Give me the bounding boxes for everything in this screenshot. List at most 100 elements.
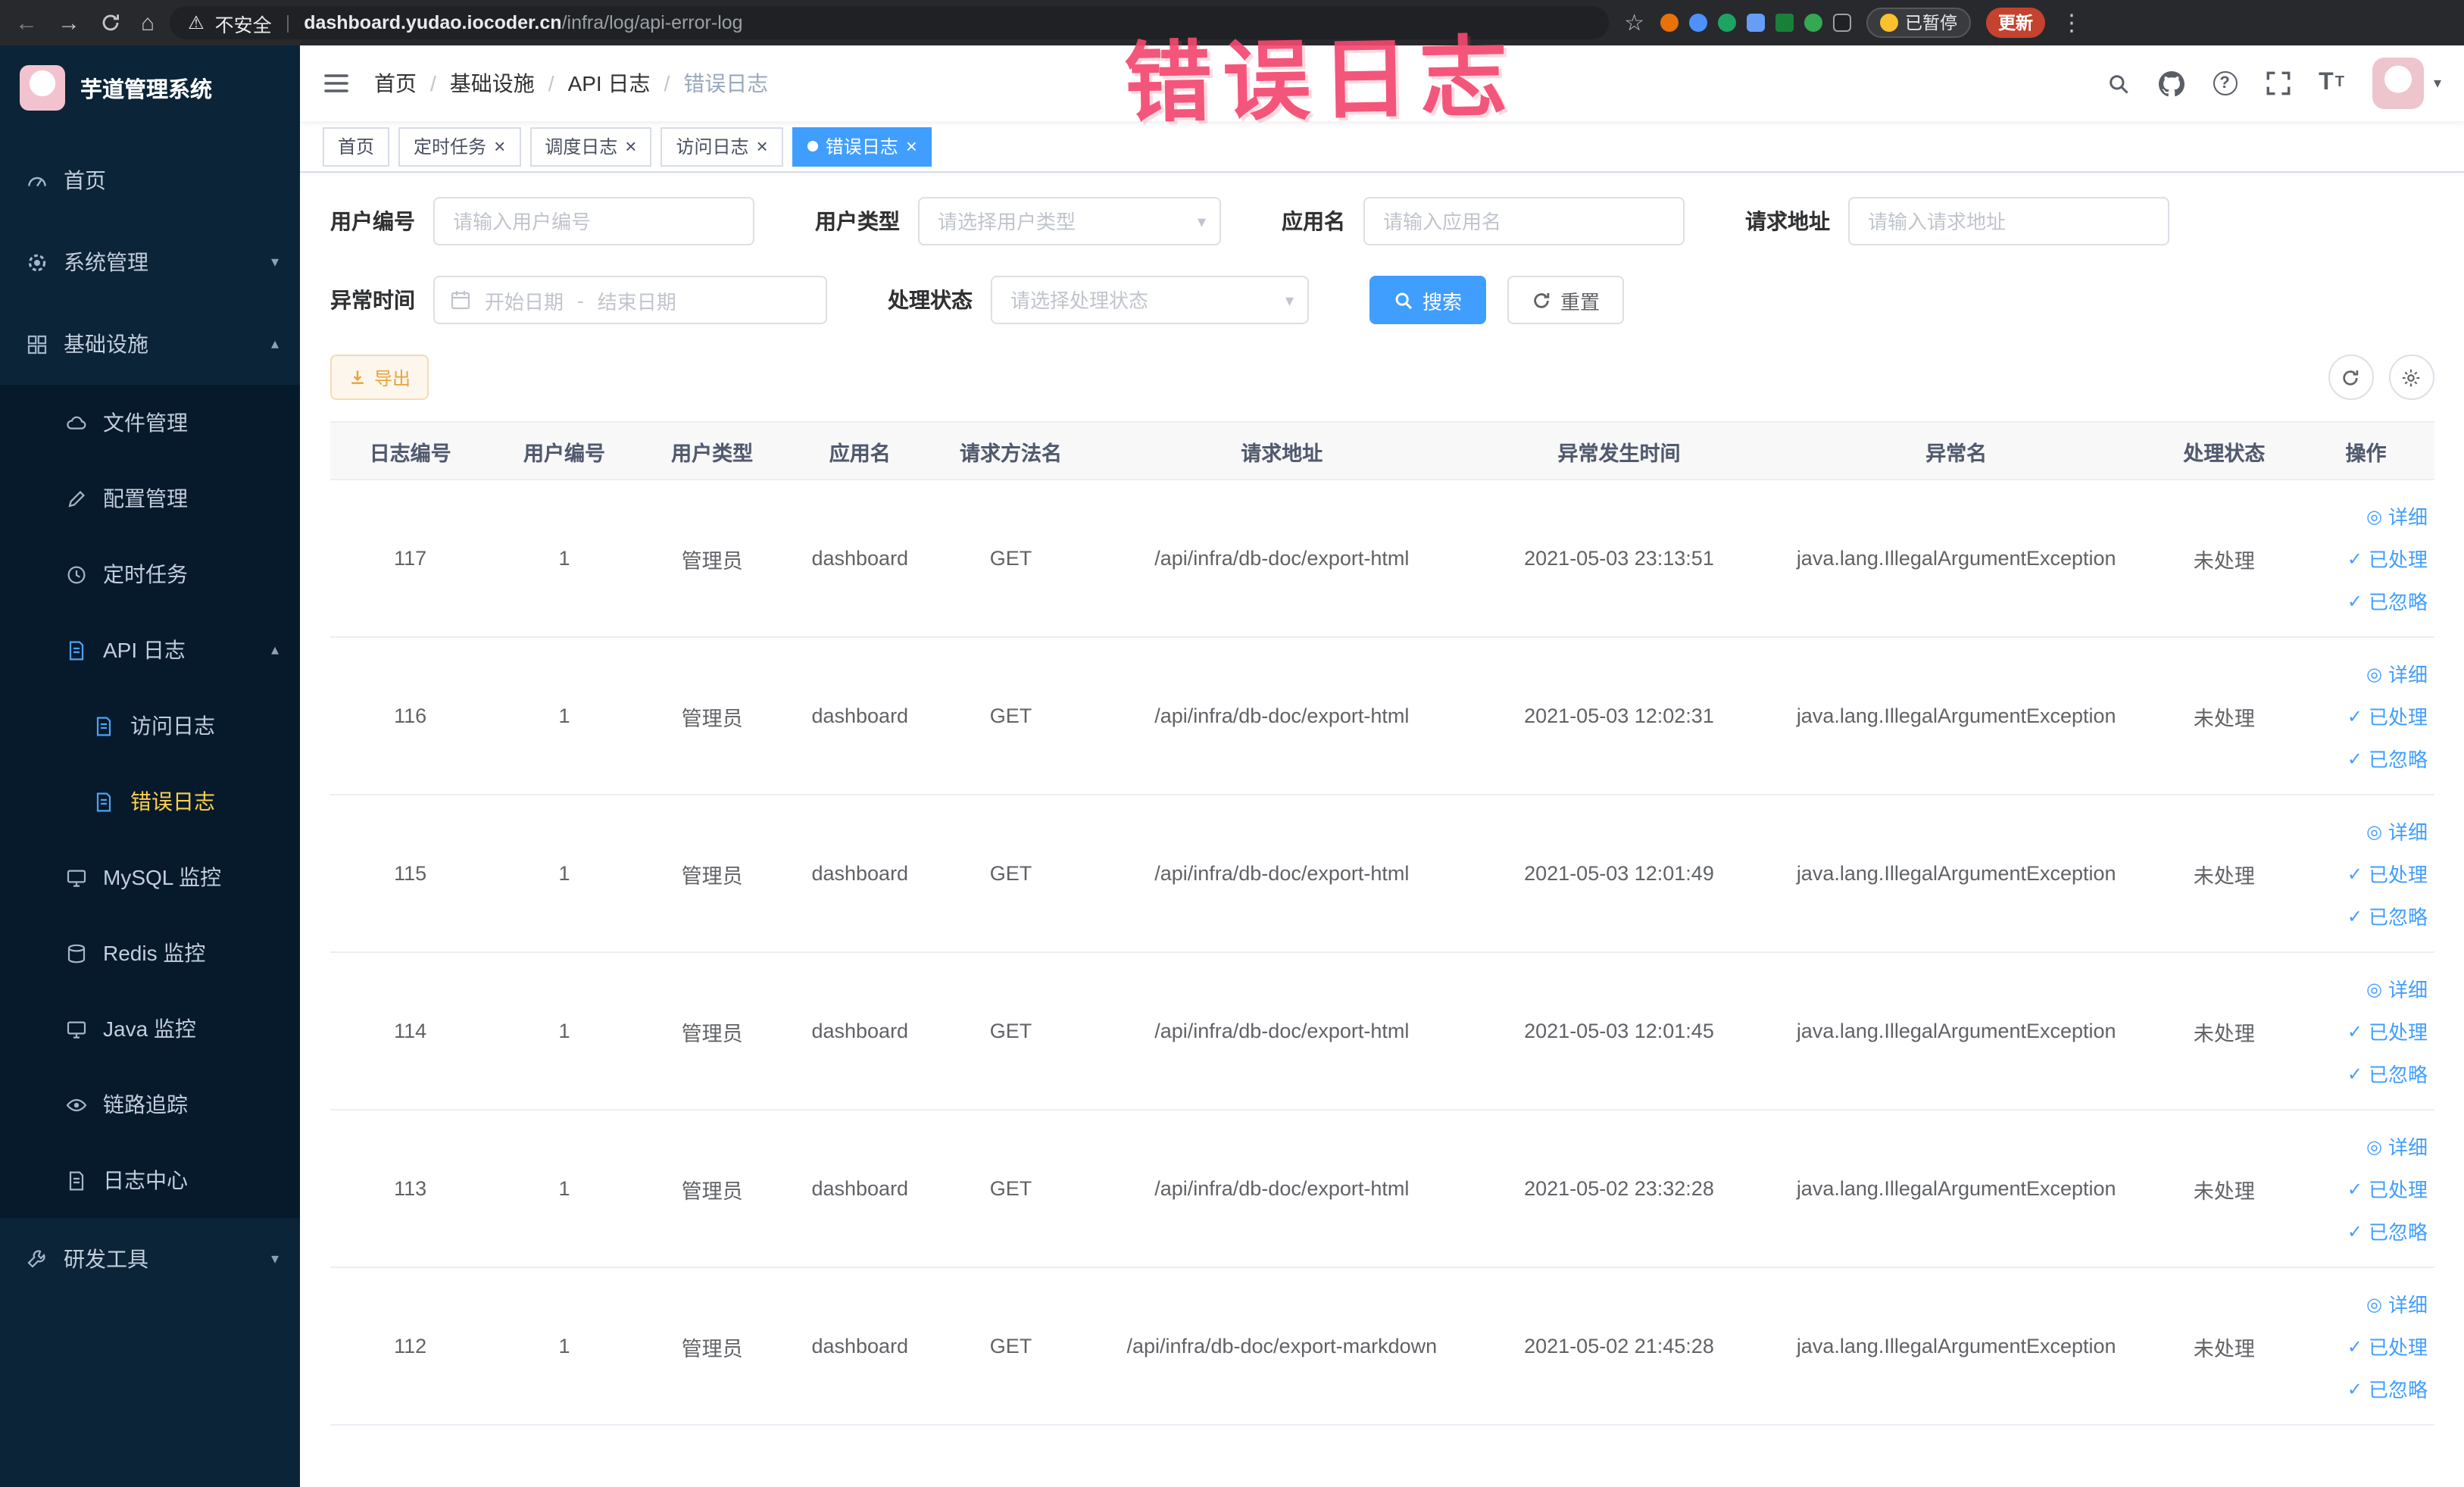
tab-access-log[interactable]: 访问日志 × xyxy=(661,127,783,166)
sidebar-item-mysql-monitor[interactable]: MySQL 监控 xyxy=(0,839,300,915)
detail-link[interactable]: ◎ 详细 xyxy=(2366,974,2428,1003)
processed-link[interactable]: ✓ 已处理 xyxy=(2347,544,2428,573)
menu-label: 基础设施 xyxy=(64,332,148,356)
reset-button[interactable]: 重置 xyxy=(1507,276,1625,324)
reload-icon[interactable] xyxy=(100,12,121,33)
search-icon[interactable] xyxy=(2106,72,2129,95)
breadcrumb-item[interactable]: API 日志 xyxy=(568,68,651,98)
processed-link[interactable]: ✓ 已处理 xyxy=(2347,859,2428,888)
cell-time: 2021-05-03 12:01:49 xyxy=(1476,795,1763,953)
address-bar[interactable]: ⚠ 不安全 | dashboard.yudao.iocoder.cn/infra… xyxy=(170,6,1610,39)
active-dot xyxy=(807,141,818,152)
extension-icon[interactable] xyxy=(1660,14,1679,32)
back-icon[interactable]: ← xyxy=(15,11,38,34)
sidebar: 芋道管理系统 首页 系统管理 ▾ 基础设施 ▴ 文件管理 配置管理 定时任务 A… xyxy=(0,45,300,1487)
menu-label: 链路追踪 xyxy=(103,1092,188,1117)
sidebar-item-redis-monitor[interactable]: Redis 监控 xyxy=(0,915,300,991)
chevron-down-icon: ▾ xyxy=(270,1251,279,1267)
sidebar-item-api-log[interactable]: API 日志 ▴ xyxy=(0,612,300,688)
sidebar-item-config-manage[interactable]: 配置管理 xyxy=(0,461,300,536)
detail-link[interactable]: ◎ 详细 xyxy=(2366,1132,2428,1161)
ignored-link[interactable]: ✓ 已忽略 xyxy=(2347,901,2428,930)
sidebar-item-system[interactable]: 系统管理 ▾ xyxy=(0,221,300,303)
date-range-picker[interactable]: 开始日期 - 结束日期 xyxy=(433,276,827,324)
processed-link[interactable]: ✓ 已处理 xyxy=(2347,1174,2428,1203)
close-icon[interactable]: × xyxy=(494,136,505,156)
gear-icon xyxy=(24,251,48,273)
update-button[interactable]: 更新 xyxy=(1986,8,2046,38)
sidebar-item-infra[interactable]: 基础设施 ▴ xyxy=(0,303,300,385)
sidebar-item-error-log[interactable]: 错误日志 xyxy=(0,764,300,839)
ignored-link[interactable]: ✓ 已忽略 xyxy=(2347,1059,2428,1088)
tab-home[interactable]: 首页 xyxy=(323,127,390,166)
close-icon[interactable]: × xyxy=(625,136,636,156)
extension-icon[interactable] xyxy=(1832,14,1851,32)
sidebar-item-access-log[interactable]: 访问日志 xyxy=(0,688,300,764)
sidebar-item-log-center[interactable]: 日志中心 xyxy=(0,1142,300,1218)
tab-scheduled-jobs[interactable]: 定时任务 × xyxy=(398,127,521,166)
extension-icon[interactable] xyxy=(1746,14,1765,32)
user-id-input[interactable] xyxy=(433,197,754,245)
column-header: 日志编号 xyxy=(330,421,491,480)
cell-actions: ◎ 详细 ✓ 已处理 ✓ 已忽略 xyxy=(2298,1267,2434,1426)
github-icon[interactable] xyxy=(2158,70,2184,96)
cell-status: 未处理 xyxy=(2150,637,2298,795)
field-label: 请求地址 xyxy=(1745,209,1830,233)
detail-link[interactable]: ◎ 详细 xyxy=(2366,501,2428,530)
close-icon[interactable]: × xyxy=(906,136,917,156)
cell-exception: java.lang.IllegalArgumentException xyxy=(1762,1110,2150,1268)
ignored-link[interactable]: ✓ 已忽略 xyxy=(2347,1374,2428,1403)
sidebar-item-trace[interactable]: 链路追踪 xyxy=(0,1067,300,1142)
cell-actions: ◎ 详细 ✓ 已处理 ✓ 已忽略 xyxy=(2298,952,2434,1111)
browser-menu-dots-icon[interactable]: ⋮ xyxy=(2060,11,2083,34)
extension-icon[interactable] xyxy=(1688,14,1707,32)
ignored-link[interactable]: ✓ 已忽略 xyxy=(2347,586,2428,615)
detail-link[interactable]: ◎ 详细 xyxy=(2366,1289,2428,1318)
sidebar-item-devtools[interactable]: 研发工具 ▾ xyxy=(0,1218,300,1300)
sidebar-item-scheduled-jobs[interactable]: 定时任务 xyxy=(0,536,300,612)
ignored-link[interactable]: ✓ 已忽略 xyxy=(2347,1217,2428,1245)
breadcrumb-item[interactable]: 首页 xyxy=(374,68,417,98)
search-button[interactable]: 搜索 xyxy=(1369,276,1487,324)
user-type-select[interactable] xyxy=(918,197,1221,245)
app-name-input[interactable] xyxy=(1363,197,1685,245)
extension-icon[interactable] xyxy=(1717,14,1736,32)
bookmark-star-icon[interactable]: ☆ xyxy=(1624,11,1644,34)
help-icon[interactable]: ? xyxy=(2213,71,2238,95)
tab-error-log[interactable]: 错误日志 × xyxy=(792,127,932,166)
breadcrumb-item[interactable]: 基础设施 xyxy=(450,68,535,98)
paused-badge[interactable]: 已暂停 xyxy=(1866,8,1972,38)
close-icon[interactable]: × xyxy=(757,136,768,156)
sidebar-item-java-monitor[interactable]: Java 监控 xyxy=(0,991,300,1067)
sidebar-item-home[interactable]: 首页 xyxy=(0,139,300,221)
filter-user-id: 用户编号 xyxy=(330,197,754,245)
error-log-table: 日志编号 用户编号 用户类型 应用名 请求方法名 请求地址 异常发生时间 异常名… xyxy=(330,421,2434,1426)
font-size-icon[interactable]: TT xyxy=(2319,70,2344,95)
extension-icon[interactable] xyxy=(1775,14,1794,32)
tab-schedule-log[interactable]: 调度日志 × xyxy=(529,127,652,166)
chevron-down-icon: ▾ xyxy=(270,254,279,270)
browser-home-icon[interactable]: ⌂ xyxy=(141,11,155,34)
ignored-link[interactable]: ✓ 已忽略 xyxy=(2347,744,2428,773)
start-date-placeholder: 开始日期 xyxy=(485,290,564,313)
forward-icon[interactable]: → xyxy=(58,11,80,34)
processed-link[interactable]: ✓ 已处理 xyxy=(2347,1332,2428,1360)
export-button[interactable]: 导出 xyxy=(330,355,429,400)
request-url-input[interactable] xyxy=(1848,197,2169,245)
detail-link[interactable]: ◎ 详细 xyxy=(2366,659,2428,688)
hamburger-icon[interactable] xyxy=(323,71,350,95)
processed-link[interactable]: ✓ 已处理 xyxy=(2347,701,2428,730)
refresh-button[interactable] xyxy=(2328,355,2373,400)
extension-icon[interactable] xyxy=(1803,14,1822,32)
process-status-select[interactable] xyxy=(991,276,1309,324)
column-settings-button[interactable] xyxy=(2388,355,2434,400)
sidebar-item-file-manage[interactable]: 文件管理 xyxy=(0,385,300,461)
security-label[interactable]: 不安全 xyxy=(215,8,272,37)
cell-user-id: 1 xyxy=(490,1267,639,1426)
column-header: 处理状态 xyxy=(2150,421,2298,480)
user-avatar[interactable]: ▾ xyxy=(2372,58,2441,109)
fullscreen-icon[interactable] xyxy=(2266,71,2290,95)
processed-link[interactable]: ✓ 已处理 xyxy=(2347,1017,2428,1045)
detail-link[interactable]: ◎ 详细 xyxy=(2366,817,2428,845)
logo[interactable]: 芋道管理系统 xyxy=(0,45,300,130)
